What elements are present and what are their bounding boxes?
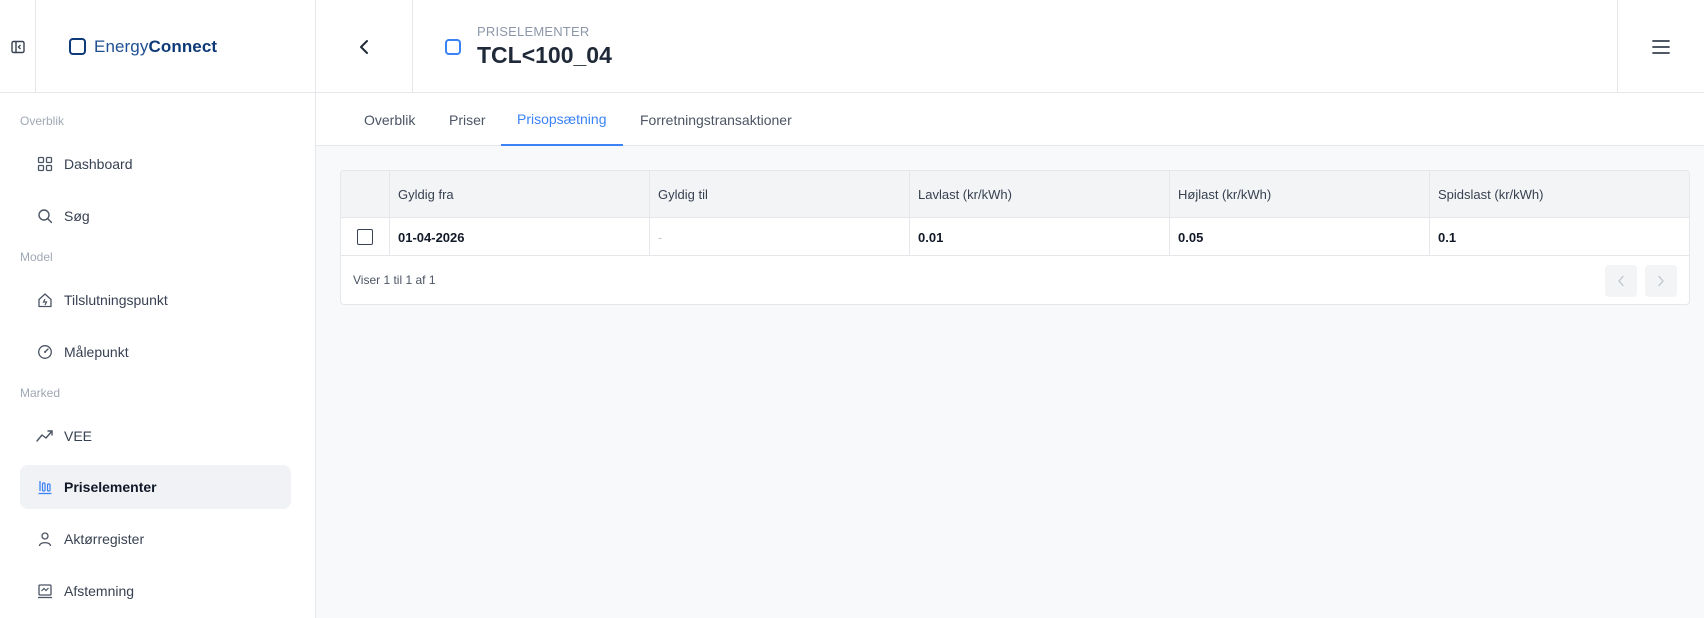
price-bars-icon: [36, 478, 54, 496]
prev-page-button[interactable]: [1605, 265, 1637, 297]
cell-gyldig-til: -: [649, 218, 909, 256]
top-bar: EnergyConnect PRISELEMENTER TCL<100_04: [0, 0, 1704, 93]
page-title: TCL<100_04: [477, 42, 612, 68]
cell-spidslast: 0.1: [1429, 218, 1689, 256]
hamburger-icon: [1652, 39, 1670, 54]
sidebar-item-priselementer[interactable]: Priselementer: [20, 465, 291, 509]
chevron-left-icon: [1618, 275, 1624, 287]
entity-type-label: PRISELEMENTER: [477, 24, 590, 39]
chevron-right-icon: [1658, 275, 1664, 287]
sidebar-toggle-icon: [10, 40, 25, 53]
tab-priser[interactable]: Priser: [433, 93, 502, 146]
sidebar-item-malepunkt[interactable]: Målepunkt: [20, 330, 291, 374]
select-column-header: [341, 171, 389, 218]
sidebar-item-sog[interactable]: Søg: [20, 194, 291, 238]
row-checkbox[interactable]: [357, 229, 373, 245]
tab-overblik[interactable]: Overblik: [348, 93, 431, 146]
tab-forretningstransaktioner[interactable]: Forretningstransaktioner: [624, 93, 808, 146]
sidebar-section-model: Model: [20, 250, 53, 264]
tab-prisopsaetning[interactable]: Prisopsætning: [501, 93, 623, 146]
search-icon: [36, 207, 54, 225]
next-page-button[interactable]: [1645, 265, 1677, 297]
cell-hojlast: 0.05: [1169, 218, 1429, 256]
sidebar-toggle-button[interactable]: [0, 0, 36, 93]
sidebar-item-label: Priselementer: [64, 479, 157, 495]
price-setup-table: Gyldig fra Gyldig til Lavlast (kr/kWh) H…: [340, 170, 1690, 305]
user-icon: [36, 530, 54, 548]
grid-icon: [36, 155, 54, 173]
menu-button[interactable]: [1617, 0, 1704, 93]
sidebar-item-vee[interactable]: VEE: [20, 414, 291, 458]
table-row[interactable]: 01-04-2026 - 0.01 0.05 0.1: [341, 218, 1689, 256]
sidebar-item-afstemning[interactable]: Afstemning: [20, 569, 291, 613]
brand-logo[interactable]: EnergyConnect: [36, 0, 316, 93]
chevron-left-icon: [360, 39, 368, 54]
sidebar-item-dashboard[interactable]: Dashboard: [20, 142, 291, 186]
pagination-summary: Viser 1 til 1 af 1: [353, 273, 436, 287]
entity-header: PRISELEMENTER TCL<100_04: [413, 0, 612, 93]
sidebar-item-label: Afstemning: [64, 583, 135, 599]
sidebar-item-label: Målepunkt: [64, 344, 129, 360]
row-select-cell: [341, 218, 389, 256]
back-button[interactable]: [316, 0, 413, 93]
sidebar-item-tilslutningspunkt[interactable]: Tilslutningspunkt: [20, 278, 291, 322]
sidebar-item-label: Aktørregister: [64, 531, 145, 547]
tab-bar: Overblik Priser Prisopsætning Forretning…: [316, 93, 1704, 146]
brand-mark-icon: [69, 38, 86, 55]
sidebar: Overblik Dashboard Søg Model Tilslutning…: [0, 93, 316, 618]
sidebar-item-label: Dashboard: [64, 156, 133, 172]
sidebar-item-label: Tilslutningspunkt: [64, 292, 168, 308]
brand-name: EnergyConnect: [94, 36, 218, 56]
column-header-gyldig-til[interactable]: Gyldig til: [649, 171, 909, 218]
entity-type-icon: [445, 38, 461, 55]
sidebar-item-aktorregister[interactable]: Aktørregister: [20, 517, 291, 561]
table-header: Gyldig fra Gyldig til Lavlast (kr/kWh) H…: [341, 171, 1689, 218]
reconcile-icon: [36, 582, 54, 600]
cell-lavlast: 0.01: [909, 218, 1169, 256]
column-header-gyldig-fra[interactable]: Gyldig fra: [389, 171, 649, 218]
trend-icon: [36, 427, 54, 445]
house-plug-icon: [36, 291, 54, 309]
column-header-lavlast[interactable]: Lavlast (kr/kWh): [909, 171, 1169, 218]
sidebar-section-overblik: Overblik: [20, 114, 65, 128]
cell-gyldig-fra: 01-04-2026: [389, 218, 649, 256]
sidebar-item-label: Søg: [64, 208, 90, 224]
column-header-hojlast[interactable]: Højlast (kr/kWh): [1169, 171, 1429, 218]
sidebar-item-label: VEE: [64, 428, 93, 444]
sidebar-section-marked: Marked: [20, 386, 61, 400]
gauge-icon: [36, 343, 54, 361]
column-header-spidslast[interactable]: Spidslast (kr/kWh): [1429, 171, 1689, 218]
